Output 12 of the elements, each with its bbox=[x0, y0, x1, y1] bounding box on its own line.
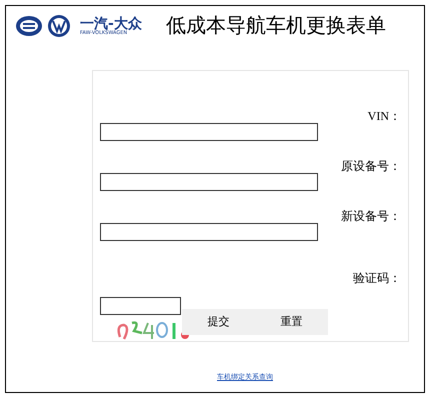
field-label: 原设备号： bbox=[341, 159, 401, 173]
field-label: 验证码： bbox=[353, 271, 401, 285]
page-title: 低成本导航车机更换表单 bbox=[166, 14, 386, 39]
reset-button[interactable]: 重置 bbox=[255, 309, 328, 335]
input-field[interactable] bbox=[100, 173, 318, 191]
submit-button[interactable]: 提交 bbox=[182, 309, 255, 335]
field-label: VIN： bbox=[368, 109, 401, 123]
input-field[interactable] bbox=[100, 223, 318, 241]
brand-name: 一汽-大众 bbox=[80, 16, 142, 30]
field-label: 新设备号： bbox=[341, 209, 401, 223]
captcha-field[interactable] bbox=[100, 297, 181, 315]
input-field[interactable] bbox=[100, 123, 318, 141]
